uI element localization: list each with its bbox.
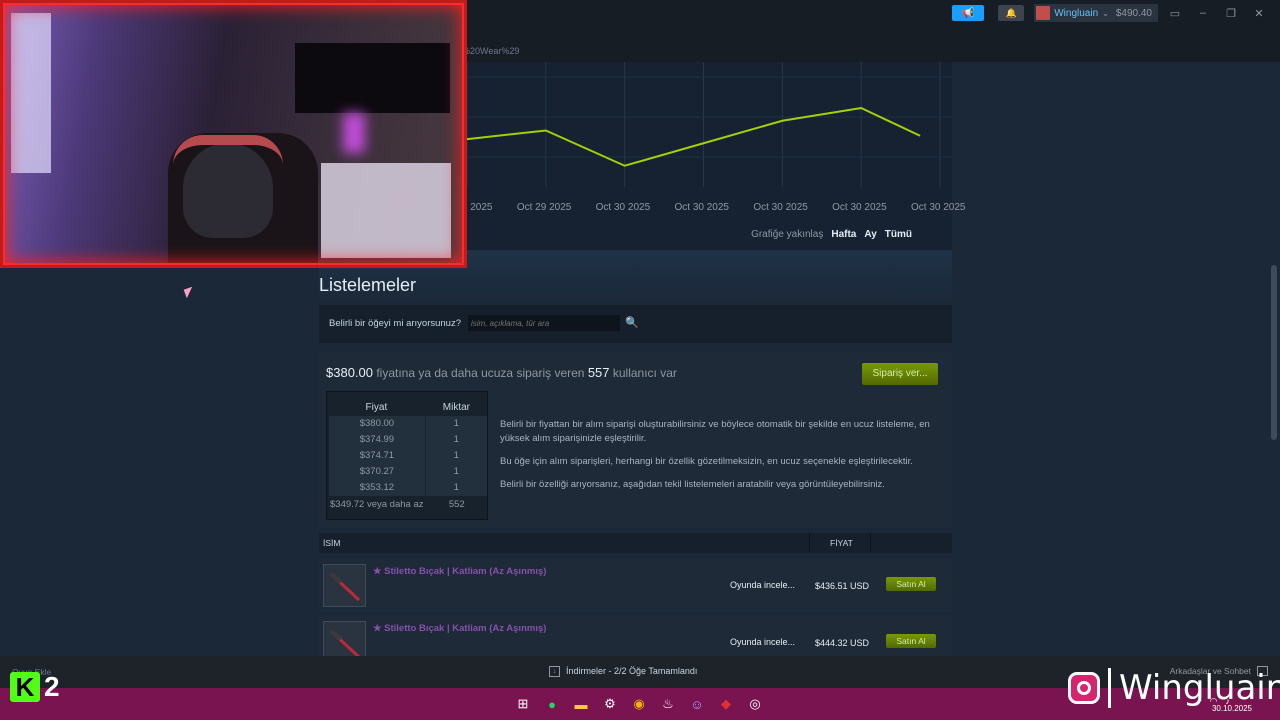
table-row: $374.99 1 bbox=[327, 432, 487, 448]
table-header: Fiyat Miktar bbox=[327, 392, 487, 414]
app-icon-2[interactable]: ◎ bbox=[745, 694, 765, 714]
avatar bbox=[1036, 6, 1051, 20]
inspect-link[interactable]: Oyunda incele... bbox=[730, 580, 795, 590]
taskbar-icons: ⊞ ● ▬ ⚙ ◉ ♨ ☺ ◆ ◎ bbox=[513, 694, 765, 714]
table-row: $374.71 1 bbox=[327, 448, 487, 464]
zoom-all[interactable]: Tümü bbox=[885, 229, 912, 240]
mouse-cursor-icon bbox=[183, 286, 196, 299]
megaphone-icon: 📢 bbox=[961, 7, 975, 19]
buy-button[interactable]: Satın Al bbox=[886, 634, 936, 648]
chart-zoom-controls: Grafiğe yakınlaş Hafta Ay Tümü bbox=[751, 229, 912, 240]
item-name[interactable]: ★ Stiletto Bıçak | Katliam (Az Aşınmış) bbox=[373, 623, 546, 634]
notifications-button[interactable]: 🔔 bbox=[998, 5, 1025, 21]
item-thumbnail[interactable] bbox=[323, 564, 366, 607]
maximize-icon[interactable]: ❐ bbox=[1220, 7, 1242, 20]
kick-logo-icon: K bbox=[10, 672, 40, 702]
x-tick-label: Oct 30 2025 bbox=[595, 202, 651, 213]
top-right-controls: 📢 🔔 Wingluain ⌄ $490.40 ▭ – ❐ ✕ bbox=[952, 4, 1280, 22]
windows-start-icon[interactable]: ⊞ bbox=[513, 694, 533, 714]
item-price: $436.51 USD bbox=[815, 581, 870, 591]
buy-order-panel: $380.00 fiyatına ya da daha ucuza sipari… bbox=[319, 352, 952, 528]
account-name: Wingluain bbox=[1054, 7, 1099, 19]
instagram-username: Wingluain bbox=[1119, 668, 1280, 708]
downloads-status[interactable]: ↓ İndirmeler - 2/2 Öğe Tamamlandı bbox=[549, 666, 697, 677]
table-row: $349.72 veya daha az 552 bbox=[330, 499, 465, 510]
listing-table-header: İSİM FİYAT bbox=[319, 533, 952, 553]
listing-search-panel: Belirli bir öğeyi mi arıyorsunuz? 🔍 bbox=[319, 305, 952, 343]
minimize-icon[interactable]: – bbox=[1192, 7, 1214, 19]
col-price: Fiyat bbox=[365, 401, 388, 413]
monitor-icon[interactable]: ▭ bbox=[1164, 7, 1186, 20]
buy-order-info: Belirli bir fiyattan bir alım siparişi o… bbox=[500, 418, 946, 501]
account-menu[interactable]: Wingluain ⌄ $490.40 bbox=[1034, 4, 1158, 22]
instagram-overlay: Wingluain bbox=[1068, 668, 1280, 708]
scrollbar[interactable] bbox=[1271, 265, 1277, 440]
app-icon[interactable]: ◆ bbox=[716, 694, 736, 714]
steam-icon[interactable]: ♨ bbox=[658, 694, 678, 714]
instagram-logo-icon bbox=[1068, 672, 1100, 704]
buy-order-table: Fiyat Miktar $380.00 1 $374.99 1 $374.71 1 … bbox=[326, 391, 488, 520]
col-price: FİYAT bbox=[830, 538, 853, 548]
order-count: 557 bbox=[587, 365, 610, 380]
knife-icon bbox=[329, 572, 361, 602]
spotify-icon[interactable]: ● bbox=[542, 694, 562, 714]
info-paragraph: Belirli bir özelliği arıyorsanız, aşağıd… bbox=[500, 479, 885, 490]
x-tick-label: Oct 30 2025 bbox=[911, 202, 966, 213]
info-paragraph: Belirli bir fiyattan bir alım siparişi o… bbox=[500, 419, 930, 444]
order-text-mid: fiyatına ya da daha ucuza sipariş veren bbox=[376, 366, 585, 380]
table-row: $353.12 1 bbox=[327, 480, 487, 496]
discord-icon[interactable]: ☺ bbox=[687, 694, 707, 714]
right-column bbox=[952, 62, 1280, 656]
search-input[interactable] bbox=[468, 315, 620, 331]
listings-title: Listelemeler bbox=[319, 275, 417, 295]
x-tick-label: Oct 30 2025 bbox=[753, 202, 808, 213]
zoom-month[interactable]: Ay bbox=[864, 229, 876, 240]
item-name[interactable]: ★ Stiletto Bıçak | Katliam (Az Aşınmış) bbox=[373, 566, 546, 577]
list-item: ★ Stiletto Bıçak | Katliam (Az Aşınmış) … bbox=[319, 558, 952, 612]
col-name: İSİM bbox=[323, 538, 341, 548]
search-question: Belirli bir öğeyi mi arıyorsunuz? bbox=[329, 318, 461, 329]
info-paragraph: Bu öğe için alım siparişleri, herhangi b… bbox=[500, 456, 913, 467]
close-icon[interactable]: ✕ bbox=[1248, 7, 1270, 20]
kick-number: 2 bbox=[44, 671, 60, 702]
announcement-button[interactable]: 📢 bbox=[952, 5, 985, 21]
chrome-icon[interactable]: ◉ bbox=[629, 694, 649, 714]
downloads-label: İndirmeler - 2/2 Öğe Tamamlandı bbox=[566, 666, 698, 676]
file-explorer-icon[interactable]: ▬ bbox=[571, 694, 591, 714]
x-tick-label: Oct 30 2025 bbox=[674, 202, 729, 213]
place-order-button[interactable]: Sipariş ver... bbox=[862, 363, 938, 385]
item-price: $444.32 USD bbox=[815, 638, 870, 648]
zoom-label: Grafiğe yakınlaş bbox=[751, 229, 824, 240]
buy-order-summary: $380.00 fiyatına ya da daha ucuza sipari… bbox=[326, 365, 677, 380]
col-quantity: Miktar bbox=[442, 401, 470, 413]
bell-icon: 🔔 bbox=[1005, 7, 1017, 18]
chevron-down-icon: ⌄ bbox=[1102, 8, 1109, 18]
order-price: $380.00 bbox=[326, 365, 373, 380]
kick-overlay: K 2 bbox=[10, 671, 60, 703]
table-row: $380.00 1 bbox=[327, 416, 487, 432]
x-tick-label: Oct 30 2025 bbox=[832, 202, 887, 213]
download-icon: ↓ bbox=[549, 666, 560, 677]
wallet-balance: $490.40 bbox=[1115, 7, 1152, 19]
order-text-end: kullanıcı var bbox=[612, 366, 677, 380]
table-row: $370.27 1 bbox=[327, 464, 487, 480]
x-tick-label: Oct 29 2025 bbox=[516, 202, 572, 213]
zoom-week[interactable]: Hafta bbox=[831, 229, 856, 240]
buy-button[interactable]: Satın Al bbox=[886, 577, 936, 591]
settings-icon[interactable]: ⚙ bbox=[600, 694, 620, 714]
webcam-overlay bbox=[0, 0, 467, 268]
search-icon[interactable]: 🔍 bbox=[624, 315, 640, 331]
inspect-link[interactable]: Oyunda incele... bbox=[730, 637, 795, 647]
